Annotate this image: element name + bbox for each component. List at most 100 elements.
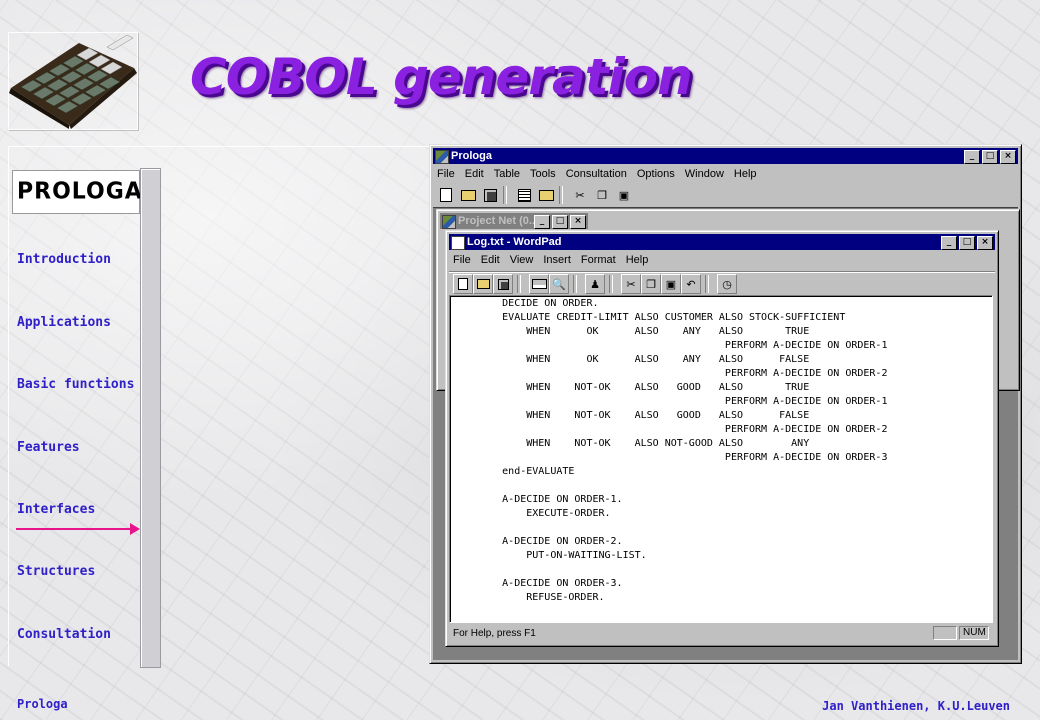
nav-item-introduction[interactable]: Introduction bbox=[17, 252, 111, 267]
open-folder-icon[interactable] bbox=[459, 186, 477, 204]
copy-icon[interactable]: ❐ bbox=[593, 186, 611, 204]
cut-icon[interactable]: ✂ bbox=[571, 186, 589, 204]
wordpad-app-icon bbox=[451, 236, 465, 250]
open-table-icon[interactable] bbox=[537, 186, 555, 204]
code-line: DECIDE ON ORDER. bbox=[454, 298, 599, 309]
wordpad-window: Log.txt - WordPad _ □ × File Edit View I… bbox=[445, 230, 999, 647]
nav-item-features[interactable]: Features bbox=[17, 440, 80, 455]
prologa-menu-consultation[interactable]: Consultation bbox=[562, 168, 633, 180]
prologa-menu-options[interactable]: Options bbox=[633, 168, 681, 180]
project-net-minimize-button[interactable]: _ bbox=[534, 215, 550, 229]
project-net-title: Project Net (0... bbox=[458, 215, 539, 227]
code-line: WHEN NOT-OK ALSO GOOD ALSO FALSE bbox=[454, 410, 810, 421]
wordpad-menubar: File Edit View Insert Format Help bbox=[449, 251, 995, 269]
wp-open-icon[interactable] bbox=[473, 274, 493, 294]
prologa-logo: PROLOGA bbox=[12, 170, 143, 214]
prologa-menu-window[interactable]: Window bbox=[681, 168, 730, 180]
prologa-menu-file[interactable]: File bbox=[433, 168, 461, 180]
status-pane-blank bbox=[933, 626, 957, 640]
prologa-menu-help[interactable]: Help bbox=[730, 168, 763, 180]
code-line: EVALUATE CREDIT-LIMIT ALSO CUSTOMER ALSO… bbox=[454, 312, 846, 323]
wp-cut-icon[interactable]: ✂ bbox=[621, 274, 641, 294]
wordpad-toolbar: 🔍 ♟ ✂ ❐ ▣ ↶ ◷ bbox=[449, 271, 995, 296]
code-line: A-DECIDE ON ORDER-2. bbox=[454, 536, 623, 547]
status-help-text: For Help, press F1 bbox=[453, 627, 536, 639]
wp-print-preview-icon[interactable]: 🔍 bbox=[549, 274, 569, 294]
wp-copy-icon[interactable]: ❐ bbox=[641, 274, 661, 294]
prologa-minimize-button[interactable]: _ bbox=[964, 150, 980, 164]
nav-item-consultation[interactable]: Consultation bbox=[17, 627, 111, 642]
wordpad-menu-help[interactable]: Help bbox=[622, 254, 655, 266]
code-line: PERFORM A-DECIDE ON ORDER-2 bbox=[454, 368, 888, 379]
wordpad-titlebar: Log.txt - WordPad _ □ × bbox=[449, 234, 995, 250]
wp-undo-icon[interactable]: ↶ bbox=[681, 274, 701, 294]
wordpad-menu-file[interactable]: File bbox=[449, 254, 477, 266]
nav-scroll-bar bbox=[140, 168, 161, 668]
prologa-maximize-button[interactable]: □ bbox=[982, 150, 998, 164]
wordpad-window-title: Log.txt - WordPad bbox=[467, 236, 562, 248]
wp-find-icon[interactable]: ♟ bbox=[585, 274, 605, 294]
code-line: A-DECIDE ON ORDER-3. bbox=[454, 578, 623, 589]
project-net-maximize-button[interactable]: □ bbox=[552, 215, 568, 229]
nav-item-applications[interactable]: Applications bbox=[17, 315, 111, 330]
prologa-logo-text: PROLOGA bbox=[17, 178, 143, 205]
table-icon[interactable] bbox=[515, 186, 533, 204]
prologa-titlebar: Prologa _ □ × bbox=[433, 148, 1018, 164]
code-line: REFUSE-ORDER. bbox=[454, 592, 605, 603]
project-net-close-button[interactable]: × bbox=[570, 215, 586, 229]
code-line: WHEN OK ALSO ANY ALSO TRUE bbox=[454, 326, 810, 337]
nav-item-basic-functions[interactable]: Basic functions bbox=[17, 377, 134, 392]
prologa-menubar: File Edit Table Tools Consultation Optio… bbox=[433, 165, 1018, 183]
code-line: end-EVALUATE bbox=[454, 466, 575, 477]
nav-item-interfaces[interactable]: Interfaces bbox=[17, 502, 95, 517]
cobol-code: DECIDE ON ORDER. EVALUATE CREDIT-LIMIT A… bbox=[450, 296, 992, 605]
code-line: WHEN NOT-OK ALSO GOOD ALSO TRUE bbox=[454, 382, 810, 393]
wordpad-menu-insert[interactable]: Insert bbox=[539, 254, 577, 266]
code-line: PERFORM A-DECIDE ON ORDER-1 bbox=[454, 396, 888, 407]
code-line: PERFORM A-DECIDE ON ORDER-2 bbox=[454, 424, 888, 435]
wp-insert-datetime-icon[interactable]: ◷ bbox=[717, 274, 737, 294]
prologa-menu-edit[interactable]: Edit bbox=[461, 168, 490, 180]
prologa-menu-tools[interactable]: Tools bbox=[526, 168, 562, 180]
chip-logo-icon bbox=[9, 34, 137, 129]
wordpad-document[interactable]: DECIDE ON ORDER. EVALUATE CREDIT-LIMIT A… bbox=[449, 295, 993, 623]
slide-title: COBOL generation bbox=[190, 48, 693, 106]
save-icon[interactable] bbox=[481, 186, 499, 204]
code-line: EXECUTE-ORDER. bbox=[454, 508, 611, 519]
wp-new-icon[interactable] bbox=[453, 274, 473, 294]
code-line: PUT-ON-WAITING-LIST. bbox=[454, 550, 647, 561]
nav-item-structures[interactable]: Structures bbox=[17, 564, 95, 579]
prologa-close-button[interactable]: × bbox=[1000, 150, 1016, 164]
wordpad-minimize-button[interactable]: _ bbox=[941, 236, 957, 250]
prologa-menu-table[interactable]: Table bbox=[490, 168, 526, 180]
footer-left: Prologa bbox=[17, 697, 68, 711]
code-line: A-DECIDE ON ORDER-1. bbox=[454, 494, 623, 505]
left-frame bbox=[8, 146, 161, 666]
prologa-app-icon bbox=[435, 150, 449, 164]
wp-save-icon[interactable] bbox=[493, 274, 513, 294]
active-nav-arrow-icon bbox=[16, 523, 140, 535]
wp-paste-icon[interactable]: ▣ bbox=[661, 274, 681, 294]
chip-logo bbox=[8, 32, 138, 130]
prologa-window-title: Prologa bbox=[451, 150, 492, 162]
prologa-toolbar: ✂ ❐ ▣ bbox=[433, 183, 1018, 207]
code-line: WHEN NOT-OK ALSO NOT-GOOD ALSO ANY bbox=[454, 438, 810, 449]
paste-icon[interactable]: ▣ bbox=[615, 186, 633, 204]
status-num: NUM bbox=[959, 626, 989, 640]
project-net-icon bbox=[442, 215, 456, 229]
wp-print-icon[interactable] bbox=[529, 274, 549, 294]
wordpad-statusbar: For Help, press F1 NUM bbox=[449, 624, 995, 642]
wordpad-menu-format[interactable]: Format bbox=[577, 254, 622, 266]
code-line: PERFORM A-DECIDE ON ORDER-3 bbox=[454, 452, 888, 463]
wordpad-close-button[interactable]: × bbox=[977, 236, 993, 250]
wordpad-menu-view[interactable]: View bbox=[506, 254, 540, 266]
code-line: WHEN OK ALSO ANY ALSO FALSE bbox=[454, 354, 810, 365]
code-line: PERFORM A-DECIDE ON ORDER-1 bbox=[454, 340, 888, 351]
new-file-icon[interactable] bbox=[437, 186, 455, 204]
wordpad-maximize-button[interactable]: □ bbox=[959, 236, 975, 250]
wordpad-menu-edit[interactable]: Edit bbox=[477, 254, 506, 266]
footer-right: Jan Vanthienen, K.U.Leuven bbox=[822, 699, 1010, 713]
